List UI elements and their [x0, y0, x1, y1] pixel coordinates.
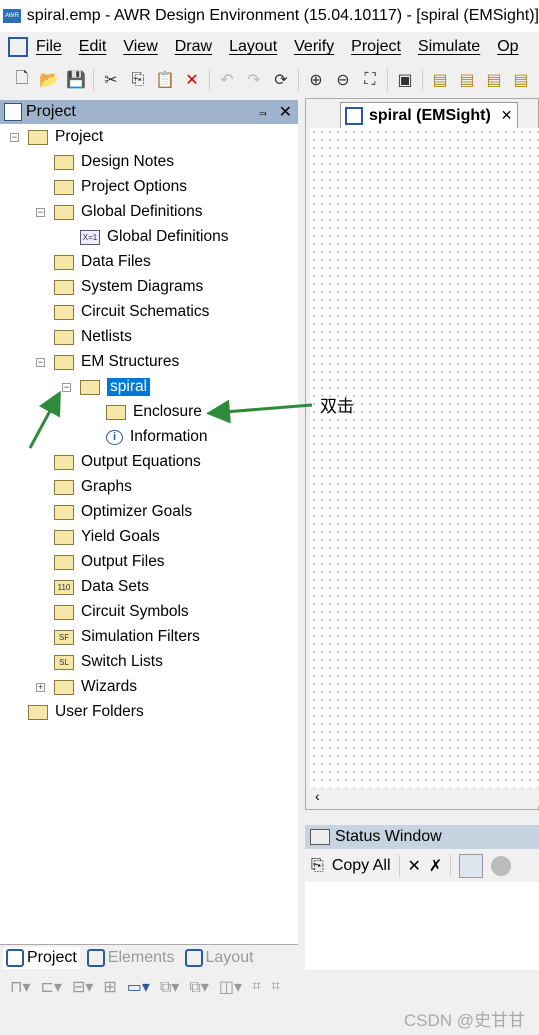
- annotation-arrows: [28, 390, 313, 449]
- annotation-text: 双击: [320, 397, 354, 416]
- arrow-to-spiral: [28, 390, 61, 449]
- arrow-to-enclosure: [206, 399, 313, 424]
